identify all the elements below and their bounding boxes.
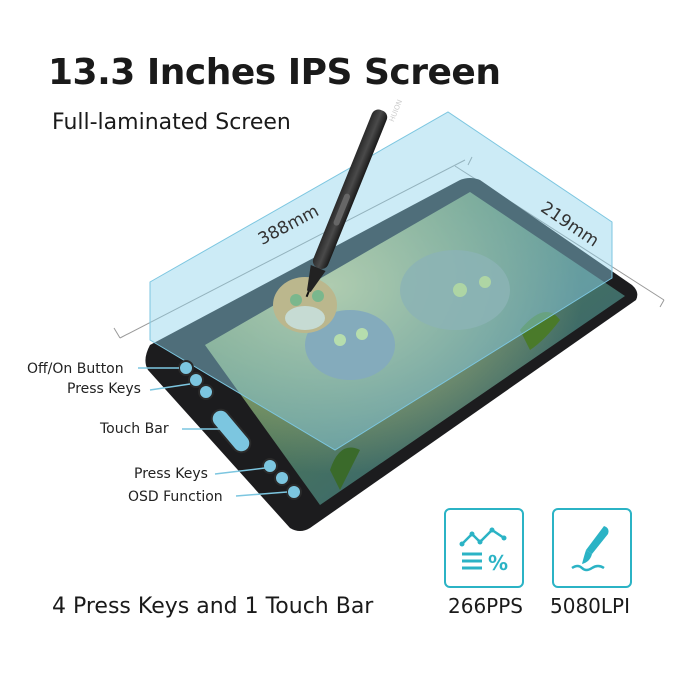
press-key-2 [198,384,214,400]
paintbrush-icon [571,526,609,572]
spec-card-pps: % [444,508,524,588]
label-osd-function: OSD Function [128,489,223,505]
bottom-caption: 4 Press Keys and 1 Touch Bar [52,594,374,619]
spec-card-lpi [552,508,632,588]
spec-label-lpi: 5080LPI [550,594,630,618]
press-key-4 [274,470,290,486]
spec-label-pps: 266PPS [448,594,523,618]
press-key-3 [262,458,278,474]
power-button [178,360,194,376]
press-key-1 [188,372,204,388]
label-press-keys-top: Press Keys [67,381,141,397]
label-press-keys-bottom: Press Keys [134,466,208,482]
osd-button [286,484,302,500]
label-off-on-button: Off/On Button [27,361,124,377]
chart-percent-icon: % [459,527,508,575]
svg-text:%: % [488,551,508,575]
label-touch-bar: Touch Bar [100,421,169,437]
